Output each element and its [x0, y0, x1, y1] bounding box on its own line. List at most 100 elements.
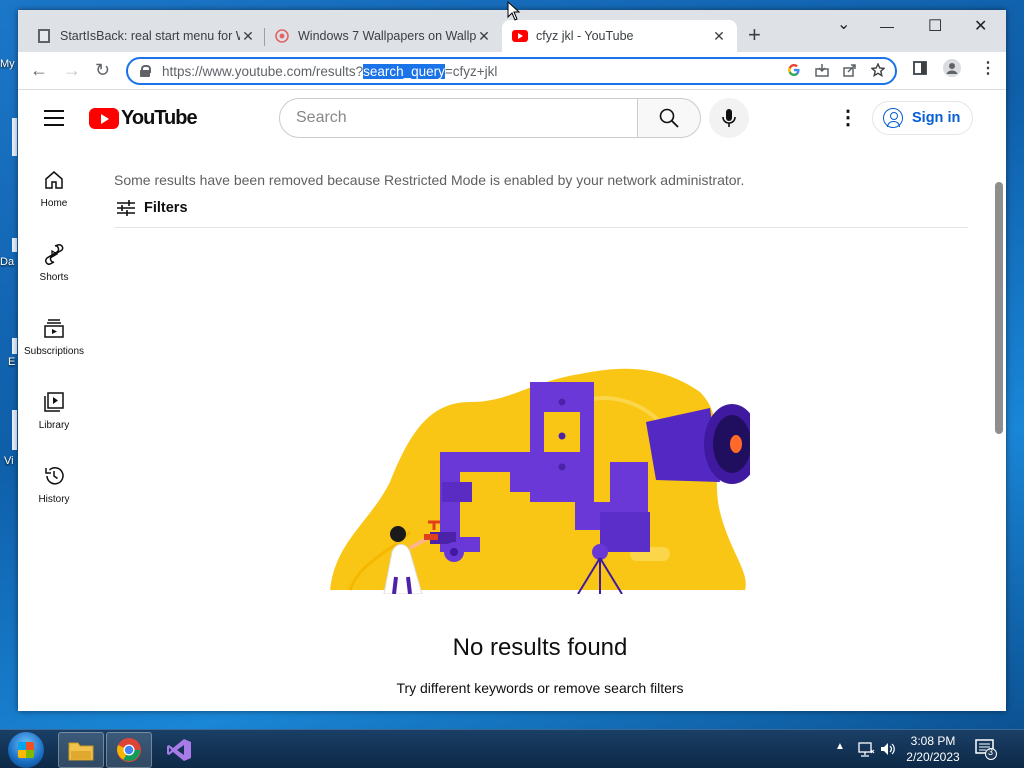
youtube-header: YouTube Search ⋮ Sign in: [18, 90, 988, 146]
forward-button[interactable]: →: [63, 60, 81, 81]
guide-item-home[interactable]: Home: [18, 158, 90, 232]
restricted-mode-notice: Some results have been removed because R…: [114, 172, 745, 188]
filters-icon: [117, 200, 135, 216]
chrome-icon: [117, 738, 141, 762]
guide-sidebar: Home Shorts Subscriptions Library Histor…: [18, 158, 90, 528]
guide-item-shorts[interactable]: Shorts: [18, 232, 90, 306]
desktop-icon-glyph: [12, 118, 17, 156]
wallpaper-icon: [274, 28, 290, 44]
network-icon[interactable]: [857, 740, 875, 758]
address-bar[interactable]: https://www.youtube.com/results? search_q…: [126, 57, 897, 85]
bookmark-star-icon[interactable]: [871, 63, 885, 77]
volume-icon[interactable]: [879, 740, 897, 758]
shorts-icon: [42, 242, 66, 266]
guide-label: Shorts: [39, 272, 69, 283]
no-results-hint: Try different keywords or remove search …: [396, 680, 684, 696]
filters-button[interactable]: Filters: [117, 200, 188, 216]
close-window-button[interactable]: ✕: [974, 16, 987, 36]
voice-search-button[interactable]: [709, 98, 749, 138]
search-button[interactable]: [637, 98, 701, 138]
youtube-play-icon: [89, 108, 119, 129]
folder-icon: [68, 742, 94, 761]
youtube-page: YouTube Search ⋮ Sign in Home Shorts Sub…: [18, 90, 1006, 711]
tab-wallpapers[interactable]: Windows 7 Wallpapers on Wallp ✕: [264, 20, 502, 52]
tab-title: StartIsBack: real start menu for W: [60, 29, 240, 43]
guide-item-library[interactable]: Library: [18, 380, 90, 454]
tab-title: cfyz jkl - YouTube: [536, 29, 634, 43]
clock-date: 2/20/2023: [906, 750, 960, 764]
no-results-illustration: [330, 368, 750, 594]
sign-in-button[interactable]: Sign in: [872, 101, 973, 135]
settings-more-icon[interactable]: ⋮: [838, 106, 858, 130]
page-icon: [36, 28, 52, 44]
home-icon: [42, 168, 66, 192]
show-hidden-icons[interactable]: ▲: [835, 741, 845, 752]
guide-label: Subscriptions: [23, 346, 85, 357]
page-scrollbar[interactable]: [995, 182, 1003, 434]
no-results-title: No results found: [452, 634, 628, 661]
tab-youtube[interactable]: cfyz jkl - YouTube ✕: [502, 20, 737, 52]
url-selected: search_query: [363, 63, 445, 79]
youtube-logo[interactable]: YouTube: [89, 107, 198, 130]
tab-close-button[interactable]: ✕: [240, 28, 256, 45]
desktop-icon-data[interactable]: Da: [0, 256, 18, 268]
minimize-button[interactable]: —: [880, 18, 894, 34]
install-icon[interactable]: [815, 63, 829, 77]
desktop-icon-label: Da: [0, 256, 15, 268]
start-button[interactable]: [8, 732, 44, 768]
google-icon[interactable]: [787, 63, 801, 77]
tab-close-button[interactable]: ✕: [476, 28, 492, 45]
share-icon[interactable]: [843, 63, 857, 77]
omnibox-actions: [787, 63, 885, 77]
guide-label: Library: [38, 420, 70, 431]
reload-button[interactable]: ↻: [95, 60, 110, 81]
library-icon: [42, 390, 66, 414]
url-rest: =cfyz+jkl: [444, 63, 498, 79]
account-icon: [883, 108, 903, 128]
guide-item-subscriptions[interactable]: Subscriptions: [18, 306, 90, 380]
taskbar-app-visual-studio[interactable]: [156, 732, 202, 768]
url-base: https://www.youtube.com/results?: [162, 63, 364, 79]
tab-search-icon[interactable]: ⌄: [837, 14, 850, 34]
clock-time: 3:08 PM: [910, 734, 956, 748]
desktop-icon-label: Vi: [4, 455, 14, 467]
youtube-wordmark: YouTube: [121, 107, 198, 129]
desktop-icon-label: E: [8, 356, 16, 368]
menu-icon[interactable]: [44, 110, 64, 131]
guide-label: History: [38, 494, 70, 505]
desktop-icon-glyph: [12, 410, 17, 450]
tab-startisback[interactable]: StartIsBack: real start menu for W ✕: [26, 20, 266, 52]
microphone-icon: [722, 109, 736, 127]
side-panel-icon[interactable]: [913, 61, 927, 79]
browser-toolbar: ← → ↻ https://www.youtube.com/results? se…: [18, 52, 1006, 90]
tab-close-button[interactable]: ✕: [711, 28, 727, 45]
chrome-menu-icon[interactable]: ⋮: [980, 58, 996, 78]
taskbar: ▲ 3:08 PM 2/20/2023 3: [0, 729, 1024, 768]
new-tab-button[interactable]: +: [748, 24, 761, 46]
back-button[interactable]: ←: [30, 60, 48, 81]
visual-studio-icon: [167, 739, 191, 761]
search-icon: [659, 108, 679, 128]
search-input[interactable]: Search: [279, 98, 638, 138]
desktop-icon-label: My: [0, 58, 15, 70]
desktop-icon-glyph: [12, 338, 17, 354]
notification-badge: 3: [988, 747, 994, 757]
history-icon: [42, 464, 66, 488]
taskbar-clock[interactable]: 3:08 PM 2/20/2023: [900, 733, 966, 765]
sign-in-label: Sign in: [912, 110, 961, 126]
action-center-icon[interactable]: 3: [975, 738, 997, 763]
divider: [114, 227, 968, 228]
youtube-favicon: [512, 28, 528, 44]
taskbar-app-explorer[interactable]: [58, 732, 104, 768]
mouse-cursor-icon: [507, 1, 521, 21]
desktop-icon-computer[interactable]: My: [0, 58, 18, 70]
maximize-button[interactable]: ☐: [928, 16, 942, 36]
browser-window: StartIsBack: real start menu for W ✕ Win…: [18, 10, 1006, 711]
desktop-icon-glyph: [12, 238, 17, 252]
guide-label: Home: [40, 198, 68, 209]
taskbar-app-chrome[interactable]: [106, 732, 152, 768]
guide-item-history[interactable]: History: [18, 454, 90, 528]
lock-icon: [140, 65, 151, 77]
tab-title: Windows 7 Wallpapers on Wallp: [298, 29, 476, 43]
profile-avatar-icon[interactable]: [943, 59, 961, 81]
